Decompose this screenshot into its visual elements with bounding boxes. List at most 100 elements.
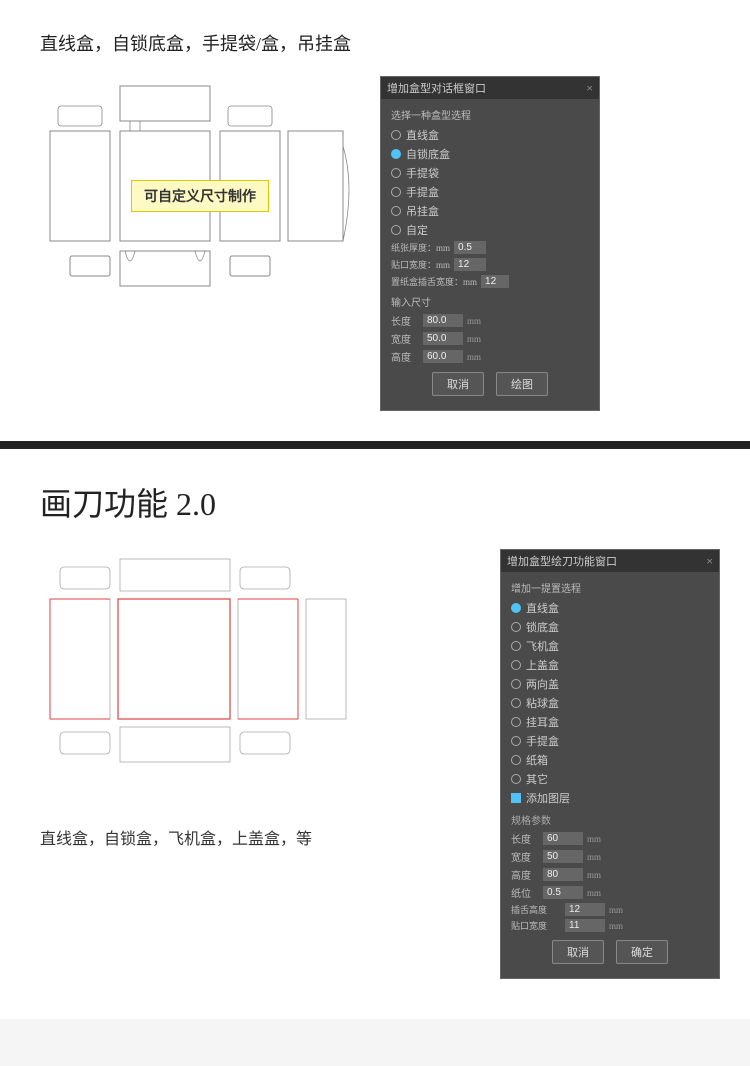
- b-radio-1[interactable]: 锁底盒: [511, 619, 709, 635]
- dialog-titlebar-top: 增加盒型对话框窗口 ×: [381, 77, 599, 99]
- radio-option-2[interactable]: 手提袋: [391, 165, 589, 181]
- param-unit-0: mm: [587, 834, 601, 844]
- dialog-title-bottom: 增加盒型绘刀功能窗口: [507, 553, 617, 569]
- b-radio-7[interactable]: 手提盒: [511, 733, 709, 749]
- dim-input-2[interactable]: [423, 350, 463, 363]
- bottom-diagram: [40, 549, 360, 809]
- radio-circle-5: [391, 225, 401, 235]
- param-input-3[interactable]: [543, 886, 583, 899]
- b-radio-2[interactable]: 飞机盒: [511, 638, 709, 654]
- radio-option-5[interactable]: 自定: [391, 222, 589, 238]
- cancel-button-top[interactable]: 取消: [432, 372, 484, 396]
- dialog-buttons-bottom: 取消 确定: [511, 940, 709, 970]
- b-checkbox-square-10: [511, 793, 521, 803]
- ok-button-top[interactable]: 绘图: [496, 372, 548, 396]
- bottom-diagram-svg: [40, 549, 360, 809]
- field-input-2[interactable]: [481, 275, 509, 288]
- param-label-1: 宽度: [511, 849, 539, 864]
- dim-unit-2: mm: [467, 352, 481, 362]
- b-checkbox-10[interactable]: 添加图层: [511, 790, 709, 806]
- b-radio-circle-4: [511, 679, 521, 689]
- b-radio-label-3: 上盖盒: [526, 657, 559, 673]
- b-radio-9[interactable]: 其它: [511, 771, 709, 787]
- dialog-bottom: 增加盒型绘刀功能窗口 × 增加一提置选程 直线盒 锁底盒 飞机盒: [500, 549, 720, 979]
- b-radio-label-5: 粘球盒: [526, 695, 559, 711]
- b-radio-circle-7: [511, 736, 521, 746]
- bottom-caption: 直线盒，自锁盒，飞机盒，上盖盒，等: [40, 825, 480, 849]
- b-radio-label-9: 其它: [526, 771, 548, 787]
- radio-option-4[interactable]: 吊挂盒: [391, 203, 589, 219]
- box-diagram-top: 可自定义尺寸制作: [40, 76, 360, 316]
- param-unit-4: mm: [609, 905, 623, 915]
- b-radio-3[interactable]: 上盖盒: [511, 657, 709, 673]
- param-input-0[interactable]: [543, 832, 583, 845]
- dim-label-1: 宽度: [391, 331, 419, 346]
- dialog-title-top: 增加盒型对话框窗口: [387, 80, 486, 96]
- radio-option-1[interactable]: 自锁底盒: [391, 146, 589, 162]
- b-radio-label-4: 两向盖: [526, 676, 559, 692]
- dim-input-1[interactable]: [423, 332, 463, 345]
- radio-circle-4: [391, 206, 401, 216]
- bottom-title: 画刀功能 2.0: [40, 479, 720, 525]
- b-radio-circle-9: [511, 774, 521, 784]
- param-label-5: 贴口宽度: [511, 919, 561, 932]
- param-row-1: 宽度 mm: [511, 849, 709, 864]
- custom-label: 可自定义尺寸制作: [131, 180, 269, 212]
- param-label-3: 纸位: [511, 885, 539, 900]
- dim-row-1: 宽度 mm: [391, 331, 589, 346]
- b-radio-6[interactable]: 挂耳盒: [511, 714, 709, 730]
- param-input-1[interactable]: [543, 850, 583, 863]
- param-unit-5: mm: [609, 921, 623, 931]
- b-radio-0[interactable]: 直线盒: [511, 600, 709, 616]
- dialog-close-bottom[interactable]: ×: [706, 554, 713, 569]
- b-radio-circle-6: [511, 717, 521, 727]
- top-title: 直线盒，自锁底盒，手提袋/盒，吊挂盒: [40, 30, 720, 56]
- b-radio-label-8: 纸箱: [526, 752, 548, 768]
- param-row-0: 长度 mm: [511, 831, 709, 846]
- param-input-5[interactable]: [565, 919, 605, 932]
- dim-row-0: 长度 mm: [391, 313, 589, 328]
- dim-unit-0: mm: [467, 316, 481, 326]
- b-radio-circle-2: [511, 641, 521, 651]
- param-label-4: 插舌高度: [511, 903, 561, 916]
- field-label-0: 纸张厚度：mm: [391, 241, 450, 254]
- dim-row-2: 高度 mm: [391, 349, 589, 364]
- dim-input-0[interactable]: [423, 314, 463, 327]
- bottom-left: 直线盒，自锁盒，飞机盒，上盖盒，等: [40, 549, 480, 849]
- radio-option-3[interactable]: 手提盒: [391, 184, 589, 200]
- field-input-0[interactable]: [454, 241, 486, 254]
- field-1: 贴口宽度：mm: [391, 258, 589, 271]
- param-section-title: 规格参数: [511, 812, 709, 827]
- dialog-close-top[interactable]: ×: [586, 81, 593, 96]
- ok-button-bottom[interactable]: 确定: [616, 940, 668, 964]
- field-input-1[interactable]: [454, 258, 486, 271]
- radio-circle-1: [391, 149, 401, 159]
- radio-option-0[interactable]: 直线盒: [391, 127, 589, 143]
- dialog-body-top: 选择一种盒型选程 直线盒 自锁底盒 手提袋 手提盒: [381, 99, 599, 410]
- b-radio-circle-0: [511, 603, 521, 613]
- radio-label-2: 手提袋: [406, 165, 439, 181]
- param-unit-2: mm: [587, 870, 601, 880]
- param-input-4[interactable]: [565, 903, 605, 916]
- input-section-label: 输入尺寸: [391, 294, 589, 309]
- field-label-2: 置纸盒插舌宽度：mm: [391, 275, 477, 288]
- dialog-top: 增加盒型对话框窗口 × 选择一种盒型选程 直线盒 自锁底盒 手提袋: [380, 76, 600, 411]
- param-input-2[interactable]: [543, 868, 583, 881]
- b-radio-4[interactable]: 两向盖: [511, 676, 709, 692]
- bottom-section: 画刀功能 2.0: [0, 449, 750, 1019]
- param-unit-1: mm: [587, 852, 601, 862]
- param-label-0: 长度: [511, 831, 539, 846]
- param-row-5: 贴口宽度 mm: [511, 919, 709, 932]
- field-2: 置纸盒插舌宽度：mm: [391, 275, 589, 288]
- cancel-button-bottom[interactable]: 取消: [552, 940, 604, 964]
- param-row-3: 纸位 mm: [511, 885, 709, 900]
- b-radio-8[interactable]: 纸箱: [511, 752, 709, 768]
- radio-circle-3: [391, 187, 401, 197]
- param-row-4: 插舌高度 mm: [511, 903, 709, 916]
- top-section: 直线盒，自锁底盒，手提袋/盒，吊挂盒 可自定义尺寸制作: [0, 0, 750, 449]
- b-radio-5[interactable]: 粘球盒: [511, 695, 709, 711]
- param-row-2: 高度 mm: [511, 867, 709, 882]
- radio-label-3: 手提盒: [406, 184, 439, 200]
- radio-label-4: 吊挂盒: [406, 203, 439, 219]
- b-radio-circle-1: [511, 622, 521, 632]
